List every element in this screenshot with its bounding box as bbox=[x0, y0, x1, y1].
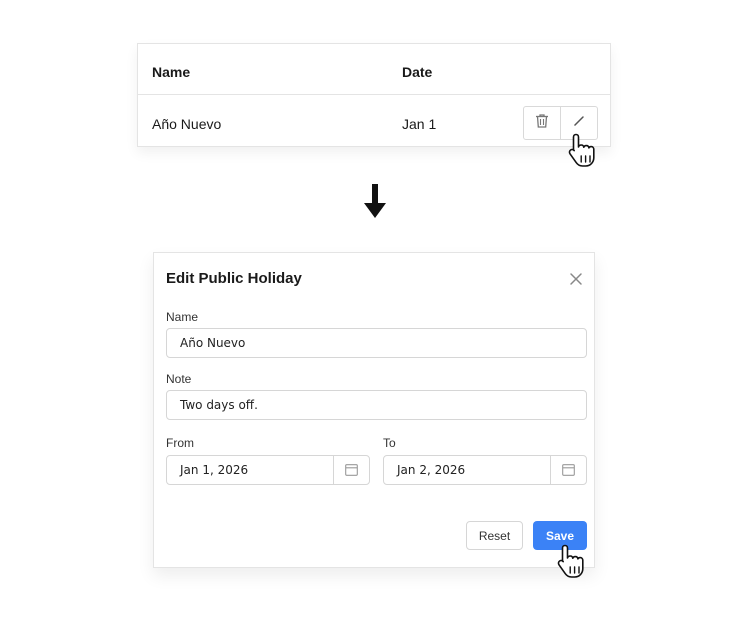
name-field[interactable]: Año Nuevo bbox=[166, 328, 587, 358]
hand-pointer-icon bbox=[556, 543, 588, 584]
pencil-icon bbox=[572, 114, 586, 133]
header-divider bbox=[138, 94, 610, 95]
illustration: Name Date Año Nuevo Jan 1 Edit Public Ho… bbox=[0, 0, 749, 626]
delete-button[interactable] bbox=[524, 107, 560, 139]
from-label: From bbox=[166, 436, 194, 450]
row-name-cell: Año Nuevo bbox=[152, 116, 222, 132]
arrow-down-icon bbox=[364, 184, 386, 224]
column-header-date: Date bbox=[402, 64, 433, 80]
name-label: Name bbox=[166, 310, 199, 324]
reset-button[interactable]: Reset bbox=[466, 521, 523, 550]
row-date-cell: Jan 1 bbox=[402, 116, 437, 132]
column-header-name: Name bbox=[152, 64, 191, 80]
to-date-value[interactable]: Jan 2, 2026 bbox=[384, 456, 550, 484]
from-date-field[interactable]: Jan 1, 2026 bbox=[166, 455, 370, 485]
trash-icon bbox=[535, 113, 549, 134]
calendar-icon[interactable] bbox=[550, 456, 586, 484]
dialog-title: Edit Public Holiday bbox=[166, 270, 302, 287]
holiday-table: Name Date Año Nuevo Jan 1 bbox=[137, 43, 611, 147]
note-field[interactable]: Two days off. bbox=[166, 390, 587, 420]
to-date-field[interactable]: Jan 2, 2026 bbox=[383, 455, 587, 485]
note-label: Note bbox=[166, 372, 192, 386]
edit-holiday-dialog: Edit Public Holiday Name Año Nuevo Note … bbox=[153, 252, 595, 568]
from-date-value[interactable]: Jan 1, 2026 bbox=[167, 456, 333, 484]
to-label: To bbox=[383, 436, 396, 450]
hand-pointer-icon bbox=[567, 132, 599, 173]
calendar-icon[interactable] bbox=[333, 456, 369, 484]
close-icon[interactable] bbox=[569, 272, 583, 286]
